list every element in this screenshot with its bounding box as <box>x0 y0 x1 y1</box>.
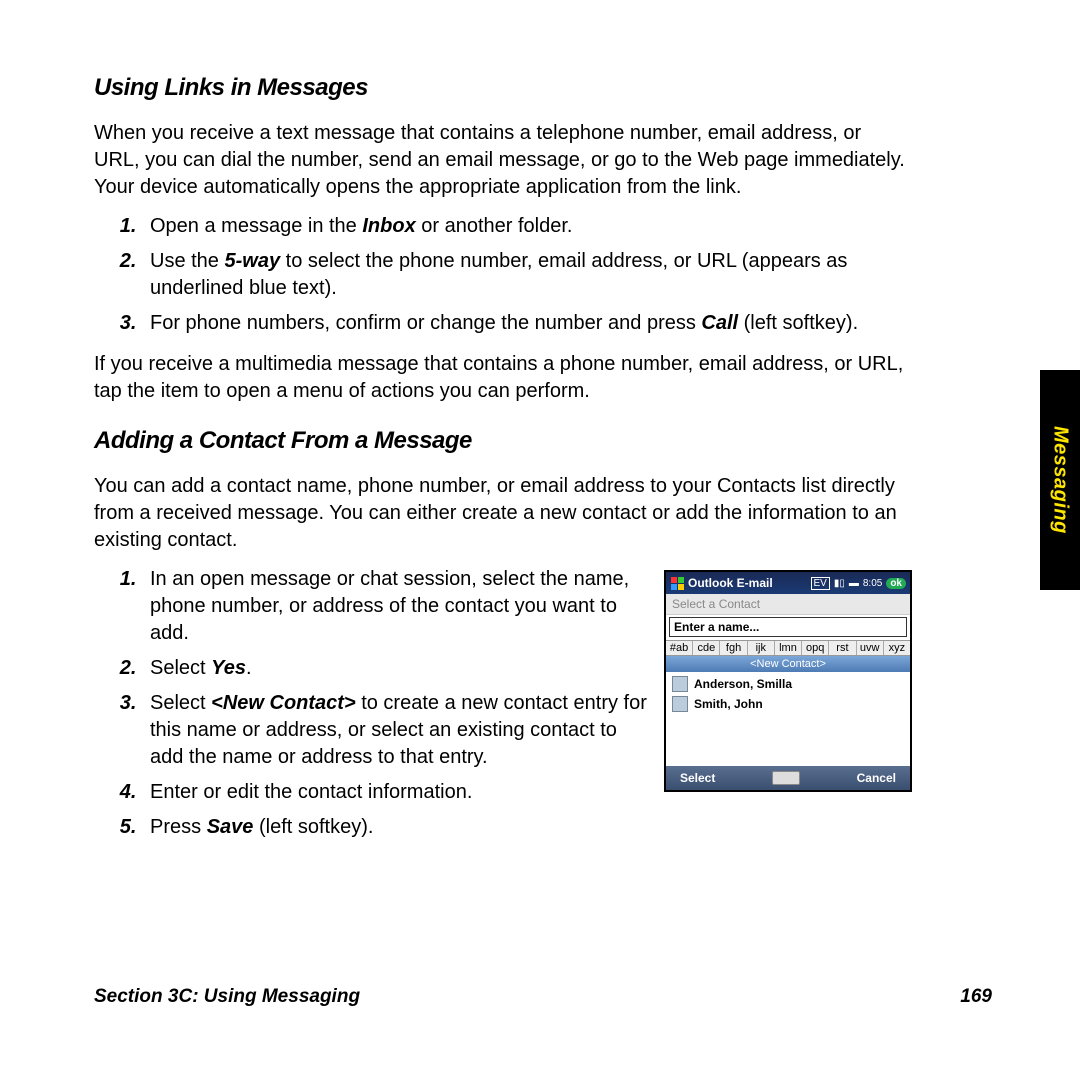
step-3: For phone numbers, confirm or change the… <box>142 310 912 337</box>
right-softkey[interactable]: Cancel <box>857 771 896 785</box>
ok-button[interactable]: ok <box>886 578 906 589</box>
heading-using-links: Using Links in Messages <box>94 74 912 102</box>
alpha-tab[interactable]: fgh <box>720 641 747 655</box>
alpha-tab[interactable]: ijk <box>748 641 775 655</box>
keyboard-icon[interactable] <box>772 771 800 785</box>
heading-adding-contact: Adding a Contact From a Message <box>94 427 912 455</box>
windows-start-icon <box>670 576 684 590</box>
alpha-tab[interactable]: rst <box>829 641 856 655</box>
contact-list: Anderson, Smilla Smith, John <box>666 672 910 766</box>
step-c3: Select <New Contact> to create a new con… <box>142 690 648 771</box>
phone-softkey-bar: Select Cancel <box>666 766 910 790</box>
alpha-tab[interactable]: uvw <box>857 641 884 655</box>
alpha-tab[interactable]: cde <box>693 641 720 655</box>
step-c2: Select Yes. <box>142 655 648 682</box>
alpha-tab[interactable]: lmn <box>775 641 802 655</box>
paragraph-intro-contact: You can add a contact name, phone number… <box>94 473 912 554</box>
phone-title: Outlook E-mail <box>688 576 773 590</box>
step-c4: Enter or edit the contact information. <box>142 779 648 806</box>
ev-indicator-icon: EV <box>811 577 830 590</box>
phone-subtitle: Select a Contact <box>666 594 910 615</box>
footer-section: Section 3C: Using Messaging <box>94 986 360 1008</box>
side-tab-label: Messaging <box>1040 370 1080 590</box>
contact-row[interactable]: Anderson, Smilla <box>672 676 904 692</box>
phone-time: 8:05 <box>863 578 882 589</box>
alpha-tab[interactable]: xyz <box>884 641 910 655</box>
contact-row[interactable]: Smith, John <box>672 696 904 712</box>
new-contact-row[interactable]: <New Contact> <box>666 656 910 672</box>
step-2: Use the 5-way to select the phone number… <box>142 248 912 302</box>
steps-adding-contact: In an open message or chat session, sele… <box>94 566 648 849</box>
phone-screenshot: Outlook E-mail EV ▮▯ ▬ 8:05 ok Select a … <box>664 570 912 792</box>
contact-card-icon <box>672 696 688 712</box>
footer-page-number: 169 <box>960 986 992 1008</box>
alpha-index-row[interactable]: #ab cde fgh ijk lmn opq rst uvw xyz <box>666 640 910 656</box>
contact-search-input[interactable]: Enter a name... <box>669 617 907 637</box>
left-softkey[interactable]: Select <box>680 771 715 785</box>
step-1: Open a message in the Inbox or another f… <box>142 213 912 240</box>
step-c1: In an open message or chat session, sele… <box>142 566 648 647</box>
phone-titlebar: Outlook E-mail EV ▮▯ ▬ 8:05 ok <box>666 572 910 594</box>
alpha-tab[interactable]: #ab <box>666 641 693 655</box>
alpha-tab[interactable]: opq <box>802 641 829 655</box>
paragraph-intro-links: When you receive a text message that con… <box>94 120 912 201</box>
paragraph-multimedia-note: If you receive a multimedia message that… <box>94 351 912 405</box>
battery-icon: ▬ <box>849 578 859 589</box>
step-c5: Press Save (left softkey). <box>142 814 648 841</box>
steps-using-links: Open a message in the Inbox or another f… <box>94 213 912 337</box>
contact-card-icon <box>672 676 688 692</box>
signal-icon: ▮▯ <box>834 578 845 589</box>
